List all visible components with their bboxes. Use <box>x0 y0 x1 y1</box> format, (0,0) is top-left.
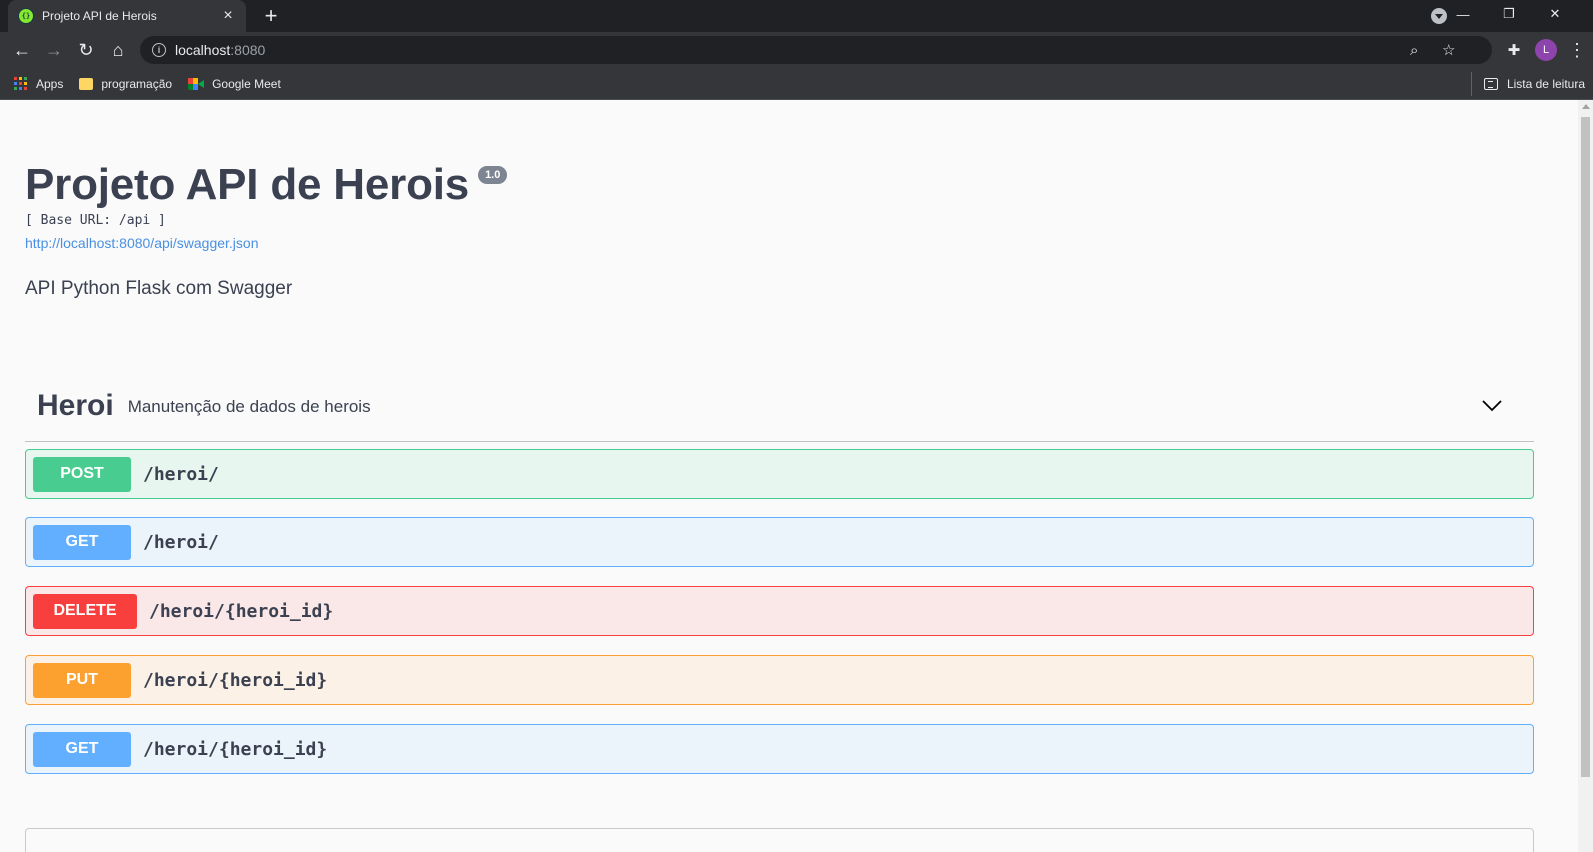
operation-path: /heroi/{heroi_id} <box>149 600 334 622</box>
home-button[interactable]: ⌂ <box>104 36 132 64</box>
operation-get-heroi-by-id[interactable]: GET /heroi/{heroi_id} <box>25 724 1534 774</box>
operation-path: /heroi/ <box>143 463 219 485</box>
scroll-up-arrow[interactable] <box>1582 104 1590 109</box>
forward-button[interactable]: → <box>40 36 68 64</box>
api-description: API Python Flask com Swagger <box>25 278 293 299</box>
operation-get-heroi-list[interactable]: GET /heroi/ <box>25 517 1534 567</box>
restore-button[interactable]: ❐ <box>1486 0 1532 28</box>
bookmark-label: programação <box>101 76 173 91</box>
reading-list-button[interactable]: Lista de leitura <box>1470 72 1585 96</box>
operation-path: /heroi/{heroi_id} <box>143 738 328 760</box>
method-badge: GET <box>33 731 131 767</box>
vertical-scrollbar[interactable] <box>1578 100 1593 852</box>
scrollbar-thumb[interactable] <box>1581 117 1590 777</box>
reading-list-label: Lista de leitura <box>1506 77 1585 91</box>
close-window-button[interactable]: ✕ <box>1532 0 1578 28</box>
browser-tab[interactable]: {} Projeto API de Herois × <box>8 0 246 32</box>
site-info-icon[interactable]: i <box>152 43 166 57</box>
method-badge: DELETE <box>33 593 137 629</box>
folder-icon <box>79 77 94 90</box>
tab-title: Projeto API de Herois <box>42 9 157 23</box>
tab-strip: {} Projeto API de Herois × + — ❐ ✕ <box>0 0 1593 32</box>
bookmarks-bar: Apps programação Google Meet Lista de le… <box>0 68 1593 100</box>
bookmark-programacao[interactable]: programação <box>79 72 172 96</box>
bookmark-star-icon[interactable]: ☆ <box>1442 36 1455 64</box>
google-meet-icon <box>188 77 205 90</box>
api-info-header: Projeto API de Herois 1.0 <box>25 160 508 210</box>
operation-path: /heroi/{heroi_id} <box>143 669 328 691</box>
method-badge: GET <box>33 524 131 560</box>
base-url: [ Base URL: /api ] <box>25 213 166 228</box>
reload-button[interactable]: ↻ <box>72 36 100 64</box>
bookmark-label: Apps <box>36 76 64 91</box>
tag-section-header[interactable]: Heroi Manutenção de dados de herois <box>25 370 1534 442</box>
tag-description: Manutenção de dados de herois <box>127 397 371 416</box>
chevron-down-icon[interactable] <box>1480 394 1504 418</box>
tag-name: Heroi <box>37 388 114 422</box>
bookmark-label: Google Meet <box>212 76 281 91</box>
swagger-json-link[interactable]: http://localhost:8080/api/swagger.json <box>25 235 259 251</box>
operation-put-heroi[interactable]: PUT /heroi/{heroi_id} <box>25 655 1534 705</box>
method-badge: PUT <box>33 662 131 698</box>
method-badge: POST <box>33 456 131 492</box>
url-host: localhost <box>175 42 231 58</box>
bookmark-google-meet[interactable]: Google Meet <box>188 72 281 96</box>
minimize-button[interactable]: — <box>1440 0 1486 28</box>
version-badge: 1.0 <box>478 166 508 184</box>
address-bar[interactable]: i localhost:8080 ⌕ ☆ <box>140 36 1492 64</box>
swagger-favicon-icon: {} <box>18 8 34 24</box>
url-port: :8080 <box>230 42 266 58</box>
extensions-icon[interactable]: ✚ <box>1500 36 1528 64</box>
operation-delete-heroi[interactable]: DELETE /heroi/{heroi_id} <box>25 586 1534 636</box>
operation-post-heroi[interactable]: POST /heroi/ <box>25 449 1534 499</box>
models-section <box>25 828 1534 852</box>
zoom-icon[interactable]: ⌕ <box>1410 36 1418 64</box>
browser-toolbar: ← → ↻ ⌂ i localhost:8080 ⌕ ☆ ✚ L ⋮ <box>0 32 1593 68</box>
operation-path: /heroi/ <box>143 531 219 553</box>
new-tab-button[interactable]: + <box>260 3 282 29</box>
menu-icon[interactable]: ⋮ <box>1565 36 1589 64</box>
bookmark-apps[interactable]: Apps <box>14 72 63 96</box>
close-tab-icon[interactable]: × <box>220 7 236 25</box>
apps-grid-icon <box>14 76 28 91</box>
profile-avatar[interactable]: L <box>1535 39 1557 61</box>
api-title: Projeto API de Herois <box>25 160 470 209</box>
back-button[interactable]: ← <box>8 36 36 64</box>
page-content: Projeto API de Herois 1.0 [ Base URL: /a… <box>0 100 1593 852</box>
reading-list-icon <box>1483 78 1498 90</box>
